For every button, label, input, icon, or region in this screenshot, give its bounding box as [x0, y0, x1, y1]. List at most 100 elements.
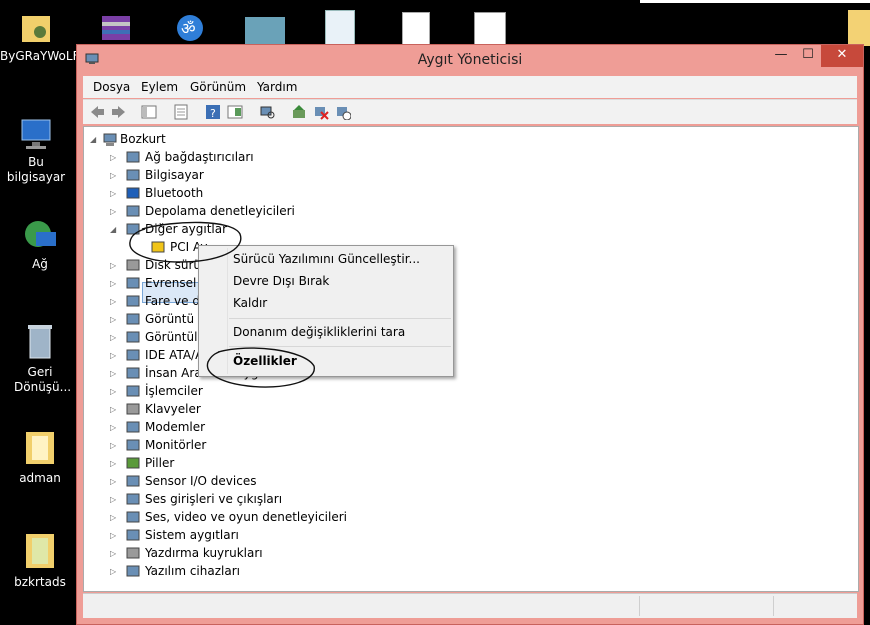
sensor-icon — [126, 475, 140, 487]
expand-arrow-icon[interactable]: ▷ — [110, 167, 116, 184]
blue-app-icon[interactable]: ॐ — [170, 12, 210, 44]
ctx-scan-hardware[interactable]: Donanım değişikliklerini tara — [233, 325, 405, 339]
expand-arrow-icon[interactable]: ▷ — [110, 563, 116, 580]
expand-arrow-icon[interactable]: ▷ — [110, 329, 116, 346]
show-hidden-icon[interactable] — [227, 104, 243, 120]
desktop-icon-recycle-bin[interactable]: Geri Dönüşü... — [4, 322, 76, 395]
expand-arrow-icon[interactable]: ▷ — [110, 527, 116, 544]
collapse-arrow-icon[interactable]: ◢ — [90, 131, 96, 148]
desktop-icon-label: bzkrtads — [14, 575, 66, 589]
ctx-disable[interactable]: Devre Dışı Bırak — [233, 274, 329, 288]
computer-icon — [126, 169, 140, 181]
processor-icon — [126, 385, 140, 397]
expand-arrow-icon[interactable]: ▷ — [110, 383, 116, 400]
printer-icon — [126, 547, 140, 559]
desktop-icon-user[interactable]: ByGRaYWoLF — [0, 10, 79, 64]
ctx-update-driver[interactable]: Sürücü Yazılımını Güncelleştir... — [233, 252, 420, 266]
maximize-button[interactable]: ☐ — [795, 45, 821, 67]
expand-arrow-icon[interactable]: ▷ — [110, 149, 116, 166]
system-icon — [126, 529, 140, 541]
status-bar — [83, 593, 857, 618]
tree-item-label: Görüntü b — [145, 312, 206, 326]
ctx-separator — [229, 346, 451, 347]
expand-arrow-icon[interactable]: ▷ — [110, 203, 116, 220]
tree-root-label: Bozkurt — [120, 132, 166, 146]
tree-item-label: Monitörler — [145, 438, 207, 452]
collapse-arrow-icon[interactable]: ◢ — [110, 221, 116, 238]
computer-icon — [21, 119, 51, 149]
expand-arrow-icon[interactable]: ▷ — [110, 185, 116, 202]
disable-device-icon[interactable] — [335, 104, 351, 120]
help-icon[interactable]: ? — [205, 104, 221, 120]
console-tree-icon[interactable] — [141, 104, 157, 120]
tree-item-label: Sensor I/O devices — [145, 474, 257, 488]
tree-item-label: Ağ bağdaştırıcıları — [145, 150, 254, 164]
desktop-icon-network[interactable]: Ağ — [4, 218, 76, 272]
ctx-separator — [229, 318, 451, 319]
desktop-thumbnail-icon[interactable] — [245, 17, 285, 45]
expand-arrow-icon[interactable]: ▷ — [110, 491, 116, 508]
desktop-icon-bzkrtads[interactable]: bzkrtads — [4, 530, 76, 590]
user-folder-icon — [22, 16, 50, 42]
tree-item-label: Klavyeler — [145, 402, 201, 416]
monitor-icon — [126, 439, 140, 451]
desktop-top-strip — [640, 0, 870, 3]
expand-arrow-icon[interactable]: ▷ — [110, 275, 116, 292]
expand-arrow-icon[interactable]: ▷ — [110, 419, 116, 436]
expand-arrow-icon[interactable]: ▷ — [110, 473, 116, 490]
tree-item-label: Yazdırma kuyrukları — [145, 546, 263, 560]
display-icon — [126, 313, 140, 325]
audio-icon — [126, 493, 140, 505]
expand-arrow-icon[interactable]: ▷ — [110, 455, 116, 472]
device-manager-window: Aygıt Yöneticisi — ☐ ✕ Dosya Eylem Görün… — [76, 44, 864, 625]
modem-icon — [126, 421, 140, 433]
tree-item-label: Bluetooth — [145, 186, 204, 200]
expand-arrow-icon[interactable]: ▷ — [110, 311, 116, 328]
scan-hardware-icon[interactable] — [259, 104, 275, 120]
expand-arrow-icon[interactable]: ▷ — [110, 545, 116, 562]
expand-arrow-icon[interactable]: ▷ — [110, 365, 116, 382]
uninstall-icon[interactable] — [313, 104, 329, 120]
other-devices-icon — [126, 223, 140, 235]
audio-icon — [126, 511, 140, 523]
warning-device-icon — [151, 241, 165, 253]
battery-icon — [126, 457, 140, 469]
update-driver-icon[interactable] — [291, 104, 307, 120]
tree-item-label: Modemler — [145, 420, 206, 434]
desktop-icon-adman[interactable]: adman — [4, 428, 76, 486]
keyboard-icon — [126, 403, 140, 415]
winrar-icon[interactable] — [98, 12, 134, 44]
ctx-uninstall[interactable]: Kaldır — [233, 296, 267, 310]
text-file-icon[interactable] — [402, 12, 430, 46]
document-thumbnail-icon[interactable] — [325, 10, 355, 46]
menu-action[interactable]: Eylem — [141, 80, 178, 94]
software-device-icon — [126, 565, 140, 577]
expand-arrow-icon[interactable]: ▷ — [110, 401, 116, 418]
tree-item-label: Depolama denetleyicileri — [145, 204, 295, 218]
ide-icon — [126, 349, 140, 361]
expand-arrow-icon[interactable]: ▷ — [110, 509, 116, 526]
text-file-icon[interactable] — [474, 12, 506, 46]
expand-arrow-icon[interactable]: ▷ — [110, 293, 116, 310]
menu-help[interactable]: Yardım — [257, 80, 297, 94]
expand-arrow-icon[interactable]: ▷ — [110, 257, 116, 274]
forward-arrow-icon[interactable] — [111, 104, 127, 120]
properties-icon[interactable] — [173, 104, 189, 120]
close-button[interactable]: ✕ — [821, 45, 863, 67]
tree-item-label: İşlemciler — [145, 384, 203, 398]
title-bar[interactable]: Aygıt Yöneticisi — ☐ ✕ — [77, 45, 863, 75]
ctx-properties[interactable]: Özellikler — [233, 354, 297, 368]
expand-arrow-icon[interactable]: ▷ — [110, 437, 116, 454]
desktop-icon-this-pc[interactable]: Bu bilgisayar — [0, 118, 72, 185]
menu-file[interactable]: Dosya — [93, 80, 130, 94]
minimize-button[interactable]: — — [767, 45, 795, 67]
back-arrow-icon[interactable] — [89, 104, 105, 120]
menu-view[interactable]: Görünüm — [190, 80, 246, 94]
desktop-icon-label: adman — [19, 471, 61, 485]
desktop-icon-label: ByGRaYWoLF — [0, 49, 80, 63]
folder-icon[interactable] — [848, 10, 870, 46]
expand-arrow-icon[interactable]: ▷ — [110, 347, 116, 364]
desktop-icon-label: Bu bilgisayar — [6, 155, 66, 184]
tree-item-label: Fare ve di — [145, 294, 204, 308]
context-menu: Sürücü Yazılımını Güncelleştir... Devre … — [198, 245, 454, 377]
